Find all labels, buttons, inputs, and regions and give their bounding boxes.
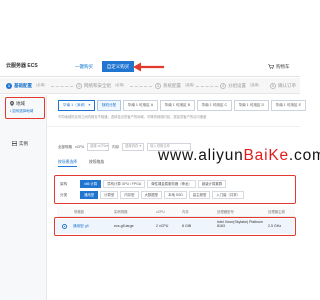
instance-icon [12, 141, 17, 147]
column-header: vCPU [156, 210, 165, 214]
step-system[interactable]: 3 系统配置 （选填） [155, 83, 196, 89]
location-pin-icon [10, 101, 14, 107]
vcpu-label: vCPU [75, 144, 85, 149]
cell-vcpu: 2 vCPU [156, 224, 169, 228]
arch-option[interactable]: 弹性裸金属服务器（神龙） [147, 180, 196, 188]
step-group[interactable]: 4 分组设置 （选填） [220, 83, 261, 89]
cell-memory: 8 GiB [182, 224, 191, 228]
category-option[interactable]: 计算型 [100, 191, 119, 199]
memory-select[interactable]: 选择内存 ▾ [122, 143, 145, 151]
spec-tabs: 按场景选择 按规格族 [58, 160, 104, 167]
zone-button[interactable]: 华南 1 可用区 E [270, 100, 306, 111]
architecture-row: 架构 x86 计算 异构计算 GPU / FPGA 弹性裸金属服务器（神龙） 超… [60, 180, 227, 188]
cell-clock: 2.5 GHz [268, 224, 282, 228]
row-radio[interactable] [62, 224, 67, 229]
step-network[interactable]: 2 网络和安全组 （必填） [76, 83, 126, 89]
zone-button[interactable]: 华南 1 可用区 C [196, 100, 233, 111]
watermark: www.aliyunBaiKe.com [158, 147, 320, 164]
sidebar-item-region[interactable]: 地域 [10, 101, 25, 107]
tab-by-scenario[interactable]: 按场景选择 [58, 160, 77, 167]
sidebar-item-instance[interactable]: 实例 [12, 141, 28, 147]
tab-custom-buy[interactable]: 自定义购买 [102, 61, 134, 72]
tab-quick-buy[interactable]: 一键购买 [75, 64, 93, 69]
left-sidebar [0, 95, 47, 300]
arch-option[interactable]: 超级计算集群 [197, 180, 227, 188]
category-option[interactable]: 入门级（共享） [212, 191, 245, 199]
zone-button[interactable]: 华南 1 可用区 D [233, 100, 270, 111]
cell-cpu-model: Intel Xeon(Skylake) Platinum 8163 [217, 220, 264, 229]
zone-random-button[interactable]: 随机分配 [96, 100, 122, 111]
page-title: 云服务器 ECS [6, 63, 38, 69]
step-divider [130, 86, 152, 87]
region-label: 地域 [16, 101, 25, 106]
region-dropdown[interactable]: 华南 1（深圳） ▾ [58, 100, 96, 111]
category-option[interactable]: 高主频型 [188, 191, 211, 199]
column-header: 实例规格 [114, 210, 128, 214]
cart-label: 购物车 [276, 64, 290, 69]
architecture-label: 架构 [60, 181, 68, 186]
category-option[interactable]: 大数据型 [140, 191, 163, 199]
category-option[interactable]: 内存型 [120, 191, 139, 199]
chevron-down-icon: ▾ [87, 103, 91, 108]
step-basic-config[interactable]: 1 基础配置 （必填） [6, 83, 47, 89]
chevron-down-icon: ▾ [106, 144, 108, 149]
zone-button[interactable]: 华南 1 可用区 B [159, 100, 195, 111]
chevron-down-icon: ▾ [139, 144, 142, 149]
cart-button[interactable]: 购物车 [268, 64, 290, 70]
vcpu-select[interactable]: 选择 vCPU ▾ [87, 143, 110, 151]
region-help-link[interactable]: • 如何选择地域 [10, 109, 33, 113]
column-header: 规格族 [74, 210, 85, 214]
cell-spec: ecs.g5.large [114, 224, 134, 228]
arch-option[interactable]: 异构计算 GPU / FPGA [103, 180, 146, 188]
arch-option[interactable]: x86 计算 [80, 180, 102, 188]
zone-selector: 华南 1（深圳） ▾ 随机分配 华南 1 可用区 A 华南 1 可用区 B 华南… [58, 100, 306, 111]
step-divider [196, 86, 218, 87]
column-header: 处理器主频 [268, 210, 285, 214]
cart-icon [268, 64, 274, 70]
category-row: 分类 通用型 计算型 内存型 大数据型 本地 SSD 高主频型 入门级（共享） [60, 191, 245, 199]
category-label: 分类 [60, 192, 68, 197]
memory-label: 内存 [112, 144, 120, 149]
category-option[interactable]: 本地 SSD [164, 191, 187, 199]
region-hint: 不同地域的实例之间内网互不相通；选择靠近您客户的地域，可降低网络时延、提高您客户… [58, 115, 207, 119]
instance-label: 实例 [19, 141, 28, 146]
column-header: 处理器型号 [217, 210, 234, 214]
all-specs-label: 全部规格 [58, 144, 72, 149]
arrow-annotation [133, 62, 164, 72]
section-divider [47, 126, 300, 127]
spec-table-header: 规格族 实例规格 vCPU 内存 处理器型号 处理器主频 [57, 207, 295, 217]
zone-button[interactable]: 华南 1 可用区 A [122, 100, 159, 111]
column-header: 内存 [182, 210, 189, 214]
cell-family: 通用型 g5 [73, 224, 89, 228]
step-divider [51, 86, 73, 87]
step-confirm[interactable]: 5 确认订单 [270, 83, 296, 89]
category-option[interactable]: 通用型 [80, 191, 99, 199]
tab-by-family[interactable]: 按规格族 [89, 160, 104, 167]
